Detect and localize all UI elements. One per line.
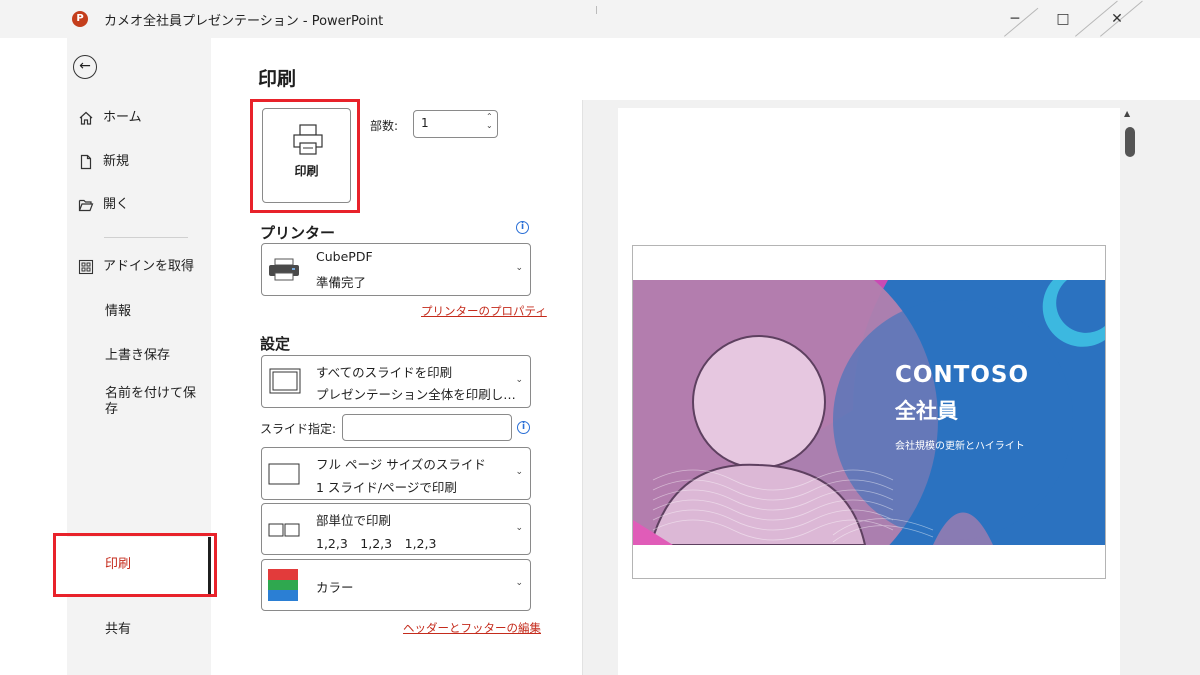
- collated-pages-icon: [268, 523, 300, 541]
- full-page-slide-icon: [268, 463, 300, 489]
- page-title: 印刷: [258, 68, 297, 90]
- home-icon: [77, 100, 95, 140]
- nav-label: 情報: [105, 304, 132, 319]
- color-value: カラー: [316, 580, 354, 595]
- copies-label: 部数:: [370, 119, 399, 133]
- title-bar-divider: [596, 6, 597, 14]
- slide-title-line2: 全社員: [895, 399, 958, 423]
- preview-scrollbar-thumb[interactable]: [1125, 127, 1135, 157]
- nav-label: 名前を付けて保存: [105, 386, 197, 417]
- print-range-description: プレゼンテーション全体を印刷し…: [316, 387, 516, 402]
- nav-home[interactable]: ホーム: [67, 100, 211, 136]
- all-slides-icon: [269, 368, 301, 398]
- printer-status: 準備完了: [316, 275, 367, 290]
- printer-dropdown[interactable]: CubePDF 準備完了 ⌄: [261, 243, 531, 296]
- print-button-highlight-box: [250, 99, 360, 213]
- settings-section-title: 設定: [260, 335, 291, 353]
- nav-label: 上書き保存: [105, 348, 171, 363]
- copies-spinner-icon[interactable]: ⌃ ⌄: [486, 112, 493, 130]
- collation-value: 部単位で印刷: [316, 513, 392, 528]
- layout-description: 1 スライド/ページで印刷: [316, 480, 457, 495]
- nav-info[interactable]: 情報: [67, 294, 211, 330]
- slide-subtitle: 会社規模の更新とハイライト: [895, 441, 1025, 452]
- copies-value: 1: [421, 116, 429, 130]
- color-dropdown[interactable]: カラー ⌄: [261, 559, 531, 611]
- slides-label: スライド指定:: [260, 422, 337, 436]
- nav-new[interactable]: 新規: [67, 144, 211, 180]
- nav-label: 共有: [105, 622, 132, 637]
- slide-thumbnail: CONTOSO 全社員 会社規模の更新とハイライト: [633, 280, 1105, 545]
- slides-input[interactable]: [342, 414, 512, 441]
- new-document-icon: [77, 144, 95, 184]
- nav-label: ホーム: [103, 110, 142, 125]
- nav-label: 新規: [103, 154, 130, 169]
- info-icon[interactable]: i: [517, 421, 530, 434]
- addins-grid-icon: [77, 249, 95, 289]
- printer-name: CubePDF: [316, 249, 373, 264]
- collation-description: 1,2,3 1,2,3 1,2,3: [316, 536, 437, 551]
- maximize-button[interactable]: □: [1040, 0, 1086, 38]
- close-button[interactable]: ✕: [1094, 0, 1140, 38]
- color-swatch-icon: [268, 569, 298, 601]
- scroll-up-arrow-icon[interactable]: ▲: [1124, 109, 1130, 118]
- chevron-down-icon: ⌄: [515, 578, 523, 588]
- print-range-dropdown[interactable]: すべてのスライドを印刷 プレゼンテーション全体を印刷し… ⌄: [261, 355, 531, 408]
- folder-open-icon: [77, 187, 95, 227]
- info-icon[interactable]: i: [516, 221, 529, 234]
- nav-print-highlight-box: [53, 533, 217, 597]
- layout-value: フル ページ サイズのスライド: [316, 457, 486, 472]
- nav-open[interactable]: 開く: [67, 187, 211, 223]
- nav-get-addins[interactable]: アドインを取得: [67, 249, 211, 285]
- chevron-down-icon: ⌄: [515, 523, 523, 533]
- printer-section-title: プリンター: [260, 224, 336, 242]
- print-range-value: すべてのスライドを印刷: [316, 365, 453, 380]
- header-footer-link[interactable]: ヘッダーとフッターの編集: [403, 620, 541, 636]
- layout-dropdown[interactable]: フル ページ サイズのスライド 1 スライド/ページで印刷 ⌄: [261, 447, 531, 500]
- collation-dropdown[interactable]: 部単位で印刷 1,2,3 1,2,3 1,2,3 ⌄: [261, 503, 531, 555]
- nav-save[interactable]: 上書き保存: [67, 338, 211, 374]
- sidebar-divider: [104, 237, 188, 238]
- powerpoint-logo-icon: P: [72, 11, 88, 27]
- printer-device-icon: [268, 258, 300, 286]
- window-title: カメオ全社員プレゼンテーション - PowerPoint: [104, 14, 384, 29]
- back-arrow-icon[interactable]: ←: [73, 55, 97, 79]
- slide-title-line1: CONTOSO: [895, 362, 1030, 388]
- nav-label: 開く: [103, 197, 130, 212]
- chevron-down-icon: ⌄: [515, 263, 523, 273]
- nav-label: アドインを取得: [103, 259, 195, 274]
- chevron-down-icon: ⌄: [515, 375, 523, 385]
- nav-share[interactable]: 共有: [67, 612, 211, 648]
- printer-properties-link[interactable]: プリンターのプロパティ: [421, 303, 547, 319]
- chevron-down-icon: ⌄: [515, 467, 523, 477]
- minimize-button[interactable]: ─: [992, 0, 1038, 38]
- nav-save-as[interactable]: 名前を付けて保存: [67, 386, 211, 430]
